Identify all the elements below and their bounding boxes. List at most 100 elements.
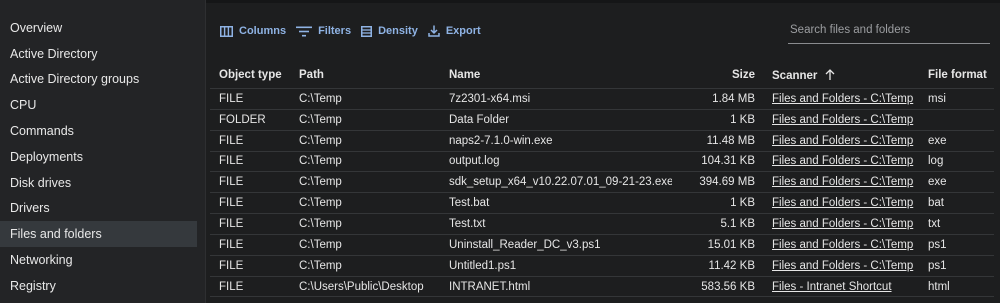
sidebar-item-cpu[interactable]: CPU xyxy=(0,92,197,118)
cell-file-format: ps1 xyxy=(928,259,947,272)
header-path[interactable]: Path xyxy=(290,69,440,81)
table-header: Object type Path Name Size Scanner File … xyxy=(210,62,994,89)
scanner-link[interactable]: Files and Folders - C:\Temp xyxy=(772,260,913,272)
sidebar-item-active-directory[interactable]: Active Directory xyxy=(0,41,197,67)
cell-path: C:\Temp xyxy=(299,197,342,210)
cell-scanner-cell: Files - Intranet Shortcut xyxy=(755,281,919,293)
cell-path: C:\Temp xyxy=(299,259,342,272)
cell-name: 7z2301-x64.msi xyxy=(449,92,531,105)
table-row[interactable]: FILE C:\Users\Public\Desktop INTRANET.ht… xyxy=(210,277,994,298)
scanner-link[interactable]: Files and Folders - C:\Temp xyxy=(772,197,913,209)
columns-label: Columns xyxy=(239,25,287,37)
header-file-format[interactable]: File format xyxy=(919,69,989,81)
header-name[interactable]: Name xyxy=(440,69,672,81)
cell-path: C:\Temp xyxy=(299,92,342,105)
cell-scanner-cell: Files and Folders - C:\Temp xyxy=(755,114,919,126)
sidebar-item-files-and-folders[interactable]: Files and folders xyxy=(0,221,197,248)
cell-file-format: ps1 xyxy=(928,238,947,251)
cell-object-type: FOLDER xyxy=(219,113,266,126)
table-row[interactable]: FILE C:\Temp Uninstall_Reader_DC_v3.ps1 … xyxy=(210,235,994,256)
cell-size: 1 KB xyxy=(730,197,755,210)
arrow-up-icon[interactable] xyxy=(825,68,835,80)
files-table: Object type Path Name Size Scanner File … xyxy=(210,62,994,298)
cell-scanner-cell: Files and Folders - C:\Temp xyxy=(755,135,919,147)
app-window: Overview Active Directory Active Directo… xyxy=(0,0,1000,303)
grid-toolbar: Columns Filters Density Export xyxy=(220,22,491,40)
cell-name: sdk_setup_x64_v10.22.07.01_09-21-23.exe xyxy=(449,176,672,189)
scanner-link[interactable]: Files and Folders - C:\Temp xyxy=(772,135,913,147)
header-size[interactable]: Size xyxy=(672,69,755,81)
cell-name: Data Folder xyxy=(449,113,510,126)
cell-name: INTRANET.html xyxy=(449,280,531,293)
table-row[interactable]: FILE C:\Temp naps2-7.1.0-win.exe 11.48 M… xyxy=(210,131,994,152)
export-button[interactable]: Export xyxy=(428,25,481,37)
header-object-type[interactable]: Object type xyxy=(210,69,290,81)
table-row[interactable]: FILE C:\Temp Test.bat 1 KB Files and Fol… xyxy=(210,193,994,215)
export-label: Export xyxy=(445,25,481,37)
search-box xyxy=(788,16,990,44)
sidebar-item-networking[interactable]: Networking xyxy=(0,247,197,273)
sidebar-item-drivers[interactable]: Drivers xyxy=(0,196,197,222)
cell-name: naps2-7.1.0-win.exe xyxy=(449,134,553,147)
density-button[interactable]: Density xyxy=(361,25,418,37)
table-row[interactable]: FILE C:\Temp output.log 104.31 KB Files … xyxy=(210,152,994,173)
cell-file-format: exe xyxy=(928,134,947,147)
cell-object-type: FILE xyxy=(219,280,244,293)
cell-scanner-cell: Files and Folders - C:\Temp xyxy=(755,260,919,272)
sidebar-item-registry[interactable]: Registry xyxy=(0,273,197,299)
cell-object-type: FILE xyxy=(219,217,244,230)
scanner-link[interactable]: Files - Intranet Shortcut xyxy=(772,281,892,293)
cell-file-format: txt xyxy=(928,217,941,230)
header-scanner: Scanner xyxy=(772,69,818,82)
cell-scanner-cell: Files and Folders - C:\Temp xyxy=(755,176,919,188)
cell-path: C:\Temp xyxy=(299,155,342,168)
cell-file-format: exe xyxy=(928,176,947,189)
cell-scanner-cell: Files and Folders - C:\Temp xyxy=(755,218,919,230)
filters-button[interactable]: Filters xyxy=(296,25,351,37)
cell-size: 1 KB xyxy=(730,113,755,126)
cell-path: C:\Users\Public\Desktop xyxy=(299,280,424,293)
columns-button[interactable]: Columns xyxy=(220,25,286,37)
cell-object-type: FILE xyxy=(219,197,244,210)
sidebar-item-deployments[interactable]: Deployments xyxy=(0,144,197,170)
sidebar-item-overview[interactable]: Overview xyxy=(0,15,197,41)
scanner-link[interactable]: Files and Folders - C:\Temp xyxy=(772,239,913,251)
cell-size: 5.1 KB xyxy=(720,217,755,230)
table-row[interactable]: FILE C:\Temp 7z2301-x64.msi 1.84 MB File… xyxy=(210,89,994,110)
table-body: FILE C:\Temp 7z2301-x64.msi 1.84 MB File… xyxy=(210,89,994,298)
top-divider xyxy=(206,0,1000,3)
table-row[interactable]: FOLDER C:\Temp Data Folder 1 KB Files an… xyxy=(210,110,994,131)
table-row[interactable]: FILE C:\Temp sdk_setup_x64_v10.22.07.01_… xyxy=(210,172,994,194)
header-scanner-cell[interactable]: Scanner xyxy=(755,68,919,82)
cell-path: C:\Temp xyxy=(299,113,342,126)
cell-path: C:\Temp xyxy=(299,176,342,189)
sidebar-item-commands[interactable]: Commands xyxy=(0,118,197,144)
cell-name: Untitled1.ps1 xyxy=(449,259,517,272)
cell-object-type: FILE xyxy=(219,92,244,105)
sidebar-item-active-directory-groups[interactable]: Active Directory groups xyxy=(0,67,197,93)
sidebar-item-disk-drives[interactable]: Disk drives xyxy=(0,170,197,196)
scanner-link[interactable]: Files and Folders - C:\Temp xyxy=(772,155,913,167)
cell-size: 1.84 MB xyxy=(712,92,755,105)
cell-path: C:\Temp xyxy=(299,134,342,147)
cell-object-type: FILE xyxy=(219,155,244,168)
table-row[interactable]: FILE C:\Temp Test.txt 5.1 KB Files and F… xyxy=(210,214,994,235)
search-input[interactable] xyxy=(788,16,990,43)
cell-file-format: msi xyxy=(928,92,946,105)
scanner-link[interactable]: Files and Folders - C:\Temp xyxy=(772,93,913,105)
main-content: Columns Filters Density Export Search fi… xyxy=(206,0,1000,303)
cell-size: 583.56 KB xyxy=(701,280,755,293)
scanner-link[interactable]: Files and Folders - C:\Temp xyxy=(772,114,913,126)
cell-size: 15.01 KB xyxy=(707,238,755,251)
cell-object-type: FILE xyxy=(219,176,244,189)
cell-scanner-cell: Files and Folders - C:\Temp xyxy=(755,197,919,209)
sidebar: Overview Active Directory Active Directo… xyxy=(0,0,206,303)
cell-name: Uninstall_Reader_DC_v3.ps1 xyxy=(449,238,601,251)
cell-name: Test.txt xyxy=(449,217,486,230)
scanner-link[interactable]: Files and Folders - C:\Temp xyxy=(772,218,913,230)
cell-scanner-cell: Files and Folders - C:\Temp xyxy=(755,155,919,167)
cell-size: 11.42 KB xyxy=(708,259,755,272)
table-row[interactable]: FILE C:\Temp Untitled1.ps1 11.42 KB File… xyxy=(210,256,994,277)
cell-file-format: log xyxy=(928,155,944,168)
scanner-link[interactable]: Files and Folders - C:\Temp xyxy=(772,176,913,188)
